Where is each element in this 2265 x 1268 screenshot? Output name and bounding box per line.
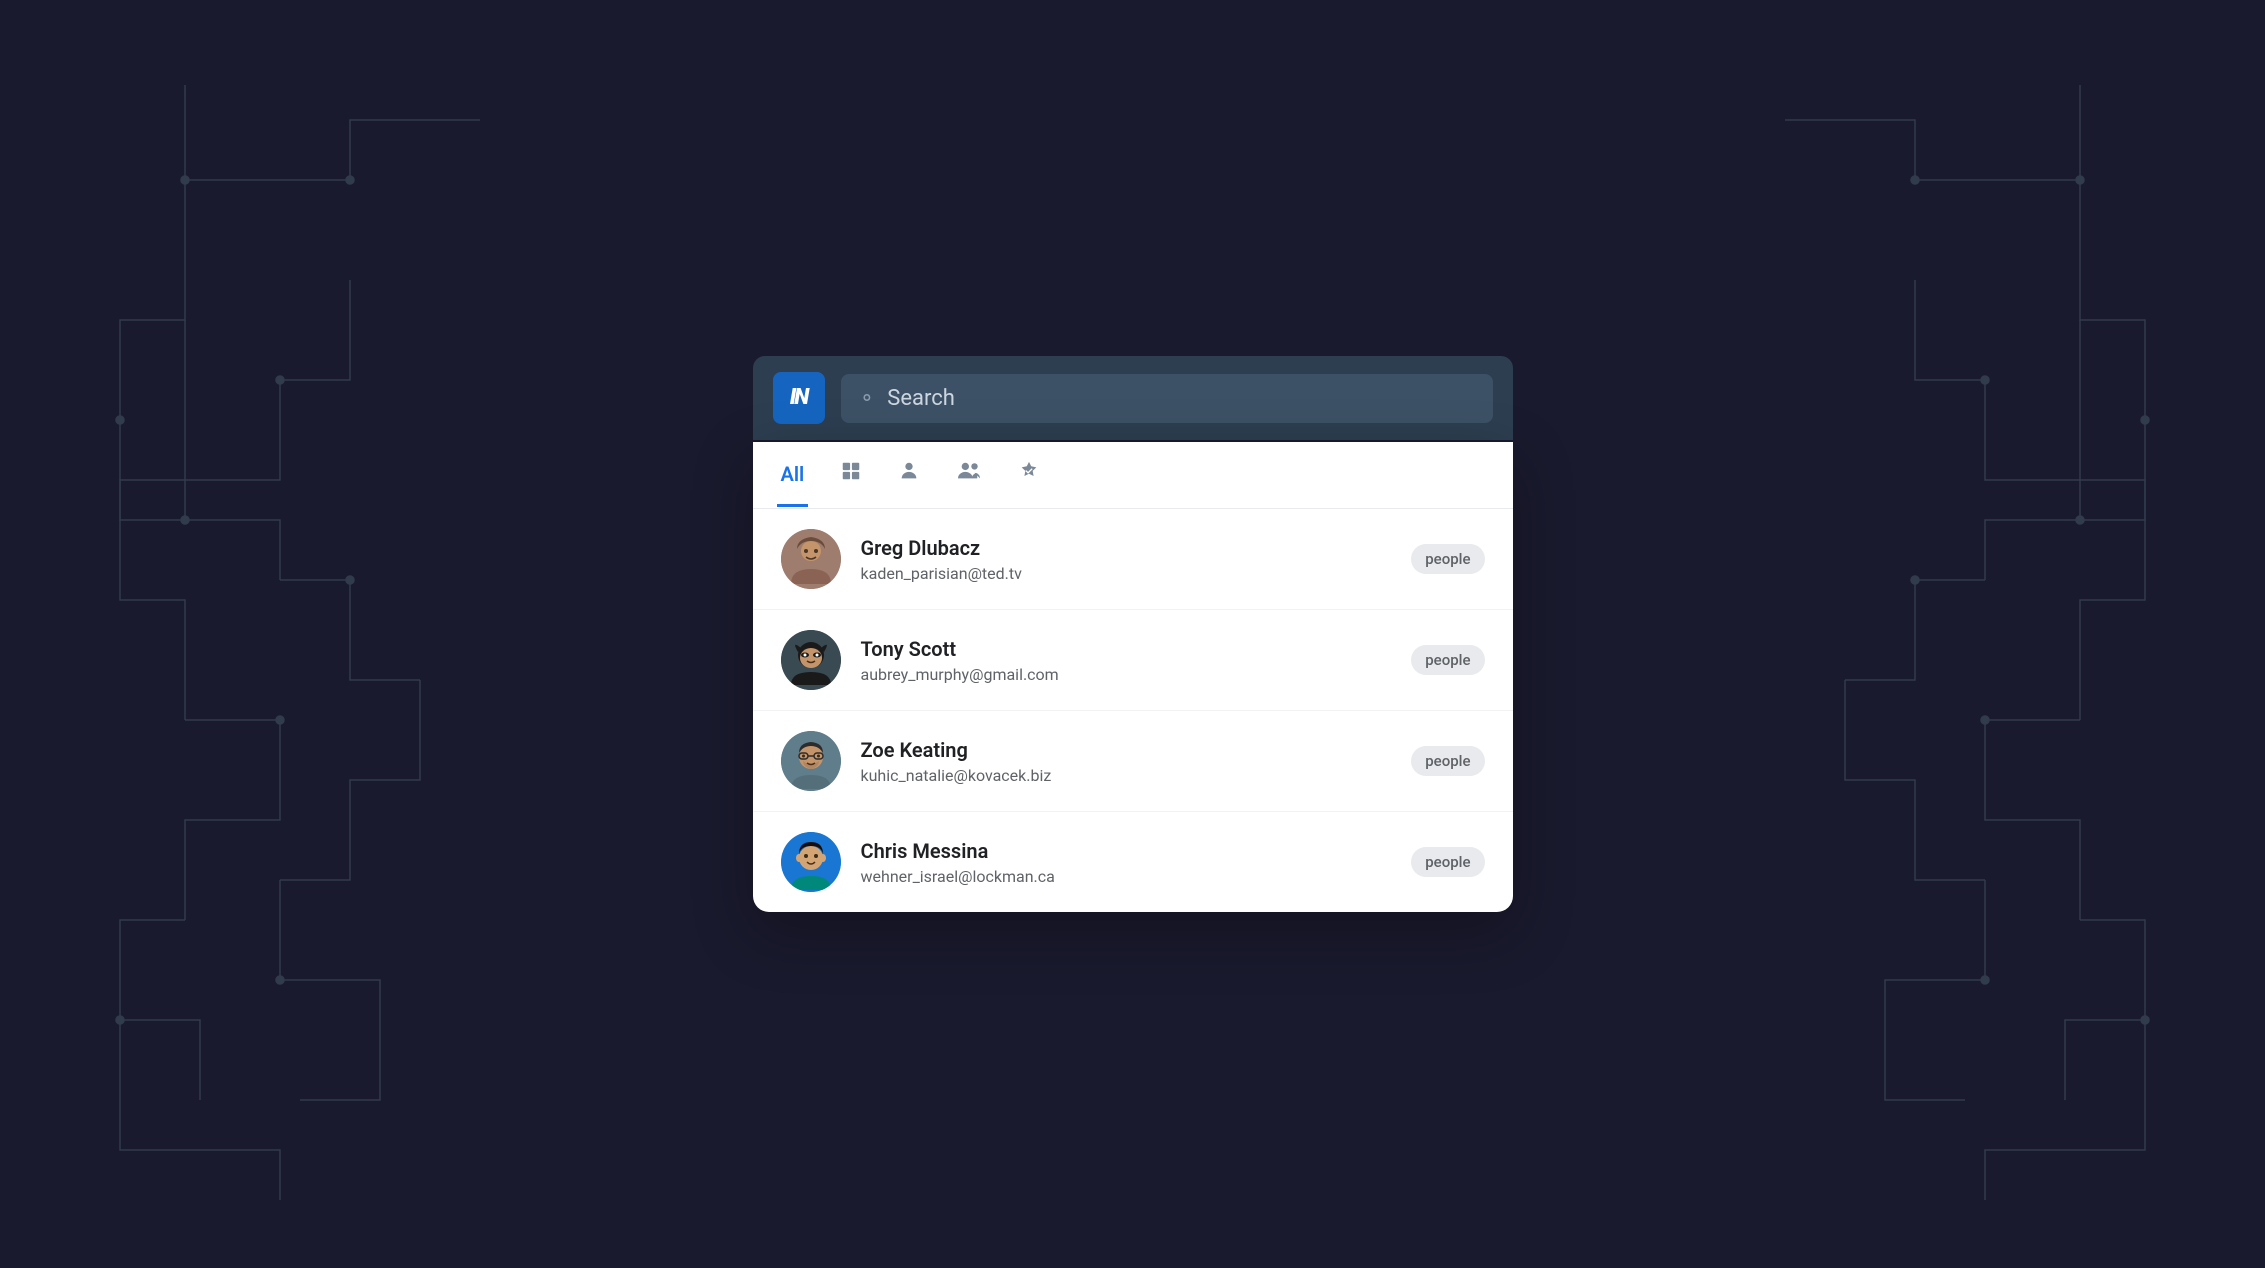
result-name: Tony Scott	[861, 637, 1392, 661]
result-badge: people	[1411, 544, 1484, 574]
avatar	[781, 731, 841, 791]
app-logo[interactable]: IN	[773, 372, 825, 424]
result-name: Greg Dlubacz	[861, 536, 1392, 560]
result-badge: people	[1411, 746, 1484, 776]
check-badge-icon	[1018, 460, 1040, 488]
logo-text: IN	[790, 387, 807, 409]
tab-verified[interactable]	[1014, 442, 1044, 509]
result-name: Zoe Keating	[861, 738, 1392, 762]
tab-all[interactable]: All	[777, 444, 809, 507]
avatar	[781, 529, 841, 589]
person2-icon	[956, 460, 982, 488]
boards-icon	[840, 460, 862, 488]
dropdown-panel: All	[753, 442, 1513, 912]
main-ui-container: IN ⚬ Search All	[753, 356, 1513, 912]
result-email: kuhic_natalie@kovacek.biz	[861, 766, 1392, 785]
result-item[interactable]: Tony Scott aubrey_murphy@gmail.com peopl…	[753, 610, 1513, 711]
result-badge: people	[1411, 847, 1484, 877]
search-label: Search	[887, 386, 955, 411]
tab-boards[interactable]	[836, 442, 866, 509]
tab-person2[interactable]	[952, 442, 986, 509]
avatar	[781, 630, 841, 690]
result-email: kaden_parisian@ted.tv	[861, 564, 1392, 583]
tab-person[interactable]	[894, 442, 924, 509]
result-item[interactable]: Greg Dlubacz kaden_parisian@ted.tv peopl…	[753, 509, 1513, 610]
result-info: Greg Dlubacz kaden_parisian@ted.tv	[861, 536, 1392, 583]
result-badge: people	[1411, 645, 1484, 675]
header-bar: IN ⚬ Search	[753, 356, 1513, 440]
result-item[interactable]: Chris Messina wehner_israel@lockman.ca p…	[753, 812, 1513, 912]
result-info: Zoe Keating kuhic_natalie@kovacek.biz	[861, 738, 1392, 785]
result-list: Greg Dlubacz kaden_parisian@ted.tv peopl…	[753, 509, 1513, 912]
result-email: aubrey_murphy@gmail.com	[861, 665, 1392, 684]
search-bar[interactable]: ⚬ Search	[841, 374, 1493, 423]
result-info: Chris Messina wehner_israel@lockman.ca	[861, 839, 1392, 886]
result-item[interactable]: Zoe Keating kuhic_natalie@kovacek.biz pe…	[753, 711, 1513, 812]
result-name: Chris Messina	[861, 839, 1392, 863]
result-email: wehner_israel@lockman.ca	[861, 867, 1392, 886]
tabs-row: All	[753, 442, 1513, 509]
avatar	[781, 832, 841, 892]
result-info: Tony Scott aubrey_murphy@gmail.com	[861, 637, 1392, 684]
person-icon	[898, 460, 920, 488]
search-icon: ⚬	[859, 386, 876, 410]
